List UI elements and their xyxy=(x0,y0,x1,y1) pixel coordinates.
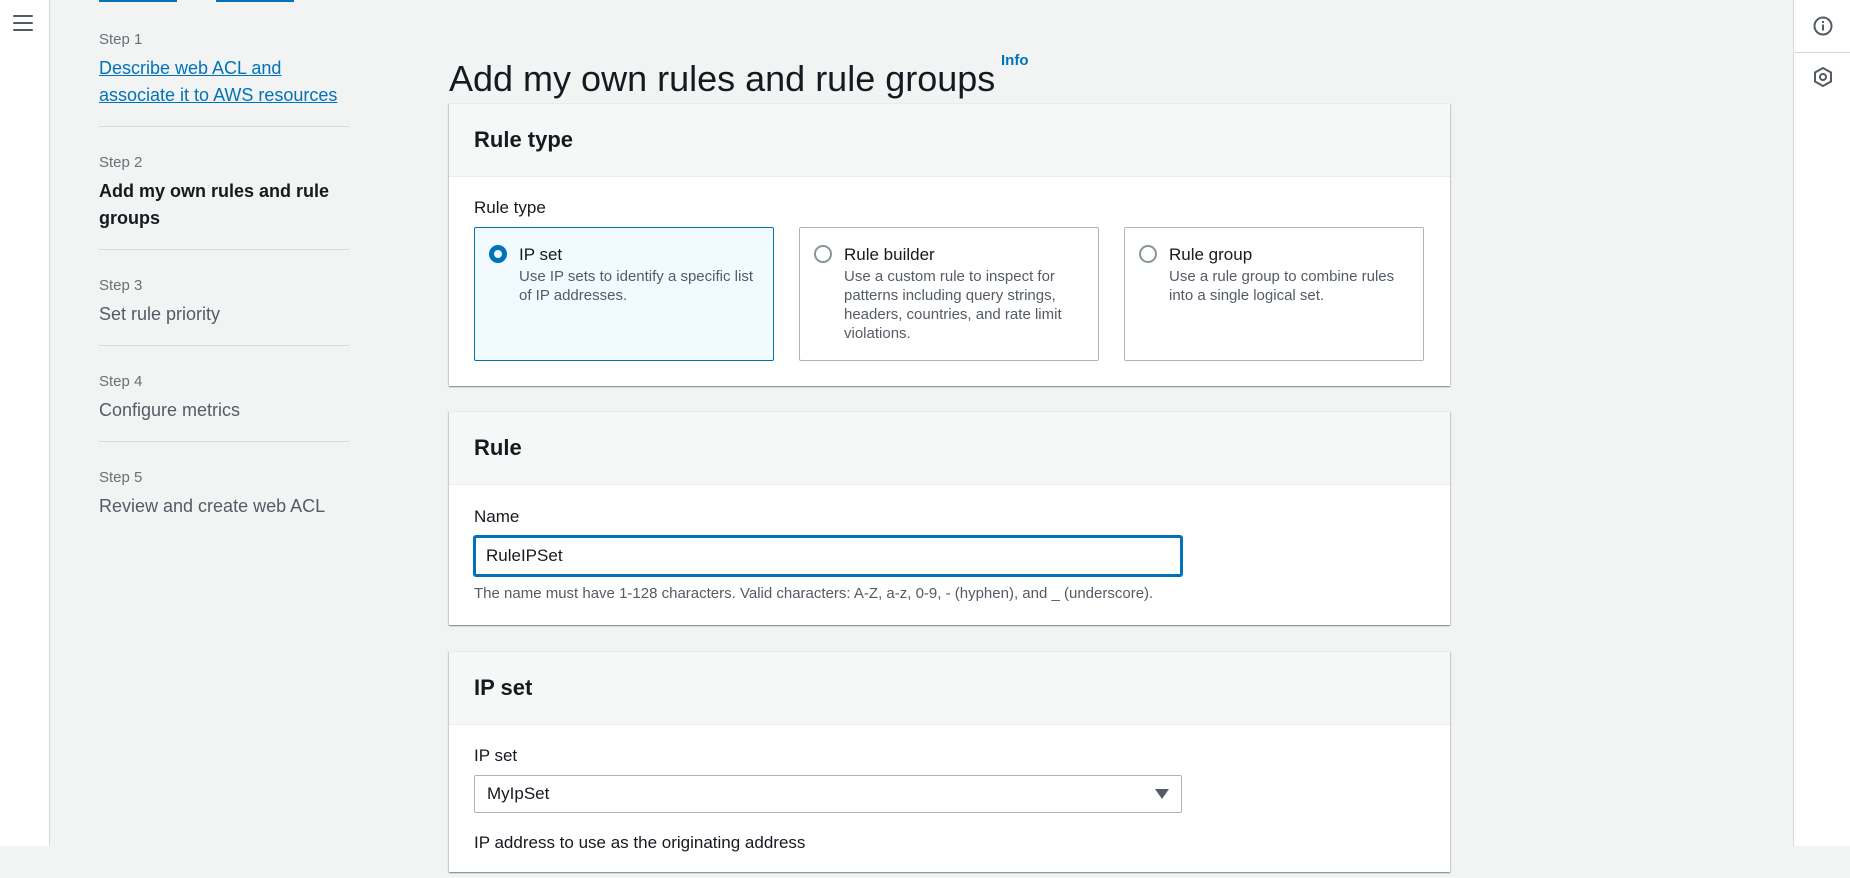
step-4-title: Configure metrics xyxy=(99,400,241,420)
wizard-step-4: Step 4 Configure metrics xyxy=(99,372,349,442)
panel-header: Rule type xyxy=(449,104,1450,177)
ip-set-select[interactable]: MyIpSet xyxy=(474,775,1182,813)
ip-set-label: IP set xyxy=(474,746,518,765)
step-2-title: Add my own rules and rule groups xyxy=(99,181,330,228)
tile-title: IP set xyxy=(519,245,563,264)
info-circle-icon[interactable] xyxy=(1812,15,1834,37)
wizard-steps: Step 1 Describe web ACL and associate it… xyxy=(99,30,349,563)
rail-divider xyxy=(1794,52,1850,53)
breadcrumb-link[interactable] xyxy=(99,0,177,2)
radio-button[interactable] xyxy=(814,245,832,263)
ip-address-label: IP address to use as the originating add… xyxy=(474,833,806,852)
info-link[interactable]: Info xyxy=(1001,52,1029,69)
caret-down-icon xyxy=(1155,789,1169,799)
radio-button[interactable] xyxy=(1139,245,1157,263)
right-tools-rail xyxy=(1793,0,1850,846)
rule-name-input[interactable] xyxy=(474,536,1182,576)
tile-title: Rule group xyxy=(1169,245,1253,264)
step-3-title: Set rule priority xyxy=(99,304,221,324)
wizard-step-2: Step 2 Add my own rules and rule groups xyxy=(99,153,349,250)
tile-description: Use IP sets to identify a specific list … xyxy=(519,268,753,304)
wizard-step-1: Step 1 Describe web ACL and associate it… xyxy=(99,30,349,127)
step-number: Step 3 xyxy=(99,277,143,294)
panel-heading: Rule type xyxy=(474,127,574,152)
rule-type-panel: Rule type Rule type IP set Use IP sets t… xyxy=(449,103,1450,386)
tile-description: Use a rule group to combine rules into a… xyxy=(1169,268,1395,304)
tile-title: Rule builder xyxy=(844,245,935,264)
panel-heading: IP set xyxy=(474,675,533,700)
panel-body: Rule type IP set Use IP sets to identify… xyxy=(449,177,1450,386)
step-number: Step 2 xyxy=(99,154,143,171)
tile-description: Use a custom rule to inspect for pattern… xyxy=(844,268,1062,342)
tile-ip-set[interactable]: IP set Use IP sets to identify a specifi… xyxy=(474,227,774,361)
step-1-link[interactable]: Describe web ACL and associate it to AWS… xyxy=(99,55,349,109)
left-navigation-rail xyxy=(0,0,50,846)
panel-body: Name The name must have 1-128 characters… xyxy=(449,485,1450,628)
panel-heading: Rule xyxy=(474,435,522,460)
rule-type-tiles: IP set Use IP sets to identify a specifi… xyxy=(474,227,1425,361)
wizard-step-3: Step 3 Set rule priority xyxy=(99,276,349,346)
step-number: Step 4 xyxy=(99,373,143,390)
ip-set-panel: IP set IP set MyIpSet IP address to use … xyxy=(449,651,1450,872)
panel-header: Rule xyxy=(449,412,1450,485)
page-title: Add my own rules and rule groups xyxy=(449,58,996,100)
hamburger-menu-icon[interactable] xyxy=(13,15,33,33)
wizard-step-5: Step 5 Review and create web ACL xyxy=(99,468,349,537)
name-label: Name xyxy=(474,507,520,526)
panel-body: IP set MyIpSet IP address to use as the … xyxy=(449,725,1450,878)
tile-rule-group[interactable]: Rule group Use a rule group to combine r… xyxy=(1124,227,1424,361)
step-5-title: Review and create web ACL xyxy=(99,496,326,516)
rule-panel: Rule Name The name must have 1-128 chara… xyxy=(449,411,1450,625)
radio-button[interactable] xyxy=(489,245,507,263)
name-hint: The name must have 1-128 characters. Val… xyxy=(474,585,1154,602)
breadcrumb-link[interactable] xyxy=(216,0,294,2)
tile-rule-builder[interactable]: Rule builder Use a custom rule to inspec… xyxy=(799,227,1099,361)
step-number: Step 1 xyxy=(99,31,143,48)
hexagon-settings-icon[interactable] xyxy=(1812,66,1834,88)
select-value: MyIpSet xyxy=(487,784,550,803)
rule-type-label: Rule type xyxy=(474,198,546,217)
step-number: Step 5 xyxy=(99,469,143,486)
panel-header: IP set xyxy=(449,652,1450,725)
breadcrumb xyxy=(99,0,329,4)
